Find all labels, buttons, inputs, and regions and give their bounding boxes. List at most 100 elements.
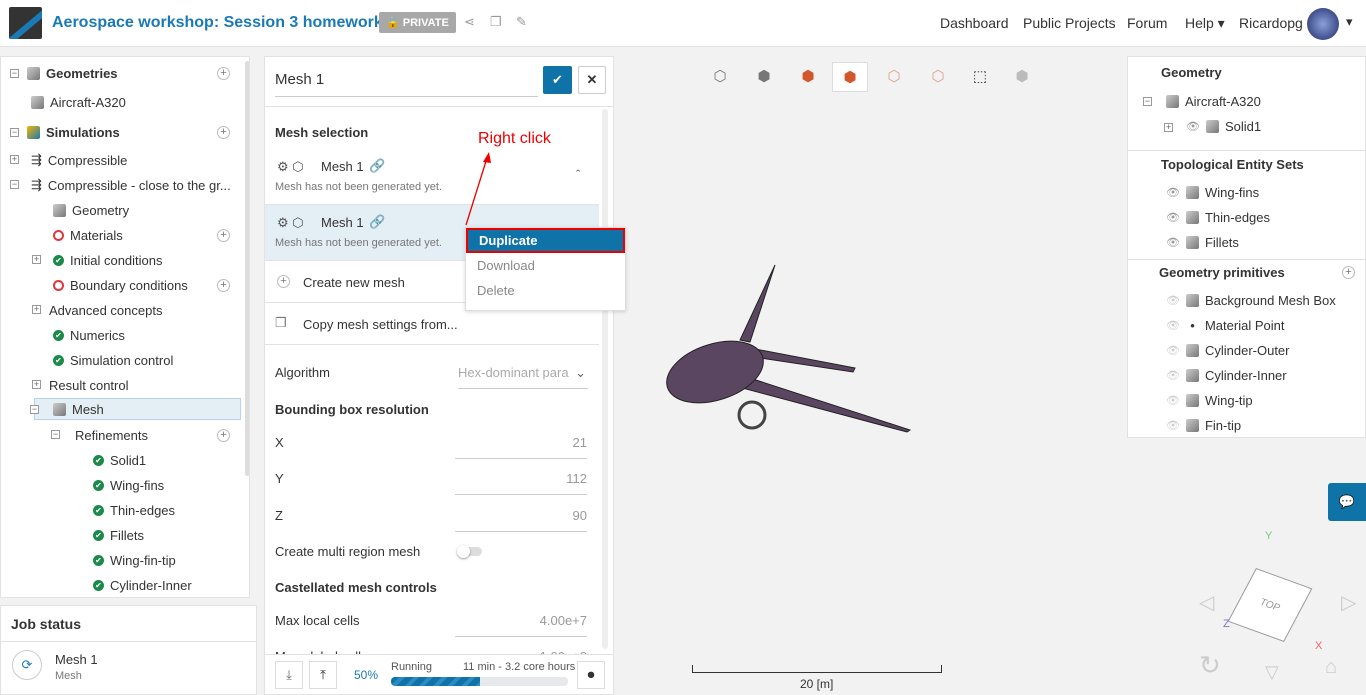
right-solid[interactable]: 👁 Solid1	[1186, 119, 1261, 134]
tree-geometries[interactable]: Geometries	[27, 62, 118, 84]
right-primitive[interactable]: 👁 Cylinder-Inner	[1166, 368, 1287, 383]
collapse-icon[interactable]: −	[51, 430, 60, 439]
tree-refinement-item[interactable]: ✔ Wing-fin-tip	[93, 549, 176, 571]
expand-icon[interactable]: +	[10, 155, 19, 164]
max-local-input[interactable]: 4.00e+7	[455, 613, 587, 637]
edit-icon[interactable]: ✎	[516, 14, 527, 30]
eye-icon[interactable]: 👁	[1166, 419, 1180, 432]
nav-public-projects[interactable]: Public Projects	[1023, 15, 1116, 31]
add-refinement-button[interactable]: +	[217, 429, 230, 442]
menu-download[interactable]: Download	[466, 253, 625, 278]
nav-dashboard[interactable]: Dashboard	[940, 15, 1009, 31]
tree-simulations[interactable]: Simulations	[27, 121, 120, 143]
menu-delete[interactable]: Delete	[466, 278, 625, 303]
collapse-icon[interactable]: −	[1143, 97, 1152, 106]
add-primitive-button[interactable]: +	[1342, 266, 1355, 279]
right-primitive[interactable]: 👁 Cylinder-Outer	[1166, 343, 1290, 358]
tree-refinements[interactable]: Refinements	[69, 424, 148, 446]
rotate-icon[interactable]: ↻	[1199, 650, 1221, 681]
tree-boundary-conditions[interactable]: Boundary conditions	[53, 274, 188, 296]
tree-refinement-item[interactable]: ✔ Solid1	[93, 449, 146, 471]
tree-aircraft[interactable]: Aircraft-A320	[31, 91, 126, 113]
tree-numerics[interactable]: ✔ Numerics	[53, 324, 125, 346]
eye-icon[interactable]: 👁	[1166, 294, 1180, 307]
right-set[interactable]: 👁 Wing-fins	[1166, 185, 1259, 200]
job-name[interactable]: Mesh 1	[55, 652, 98, 667]
avatar[interactable]	[1307, 8, 1339, 40]
home-icon[interactable]: ⌂	[1325, 656, 1337, 679]
eye-icon[interactable]: 👁	[1166, 236, 1180, 249]
tree-mesh[interactable]: Mesh	[34, 398, 241, 420]
eye-icon[interactable]: 👁	[1166, 211, 1180, 224]
right-aircraft[interactable]: Aircraft-A320	[1166, 94, 1261, 109]
view-edges-icon[interactable]: ⬢	[832, 62, 868, 92]
collapse-icon[interactable]: −	[10, 180, 19, 189]
eye-icon[interactable]: 👁	[1166, 319, 1180, 332]
rotate-right-icon[interactable]: ▷	[1341, 590, 1356, 615]
right-primitive[interactable]: 👁 • Material Point	[1166, 318, 1284, 333]
add-geometry-button[interactable]: +	[217, 67, 230, 80]
box-select-icon[interactable]: ⬚	[962, 62, 998, 92]
tree-sim-compressible-close[interactable]: ⇶ Compressible - close to the gr...	[31, 174, 231, 196]
view-wireframe-icon[interactable]: ⬡	[920, 62, 956, 92]
orientation-cube[interactable]: ◁ ▷ ▽ ⌂ ↻ TOP Y Z X	[1195, 530, 1360, 690]
link-icon[interactable]: 🔗	[369, 158, 385, 174]
tree-initial-conditions[interactable]: ✔ Initial conditions	[53, 249, 163, 271]
add-material-button[interactable]: +	[217, 229, 230, 242]
mesh-entry[interactable]: ⚙ ⬡ Mesh 1 🔗 Mesh has not been generated…	[265, 149, 599, 205]
rotate-down-icon[interactable]: ▽	[1265, 662, 1279, 683]
nav-forum[interactable]: Forum	[1127, 15, 1167, 31]
mesh-name-input[interactable]: Mesh 1	[275, 71, 538, 97]
nav-help[interactable]: Help ▾	[1185, 15, 1225, 32]
tree-refinement-item[interactable]: ✔ Wing-fins	[93, 474, 164, 496]
add-simulation-button[interactable]: +	[217, 126, 230, 139]
right-primitive[interactable]: 👁 Fin-tip	[1166, 418, 1241, 433]
collapse-icon[interactable]: −	[10, 69, 19, 78]
user-name[interactable]: Ricardopg	[1239, 15, 1303, 31]
chat-button[interactable]: 💬	[1328, 483, 1366, 521]
expand-icon[interactable]: +	[32, 255, 41, 264]
eye-icon[interactable]: 👁	[1166, 186, 1180, 199]
expand-icon[interactable]: +	[32, 380, 41, 389]
share-icon[interactable]: ⋖	[464, 14, 475, 30]
upload-icon[interactable]: ⤒	[309, 661, 337, 689]
cube-top-face[interactable]: TOP	[1227, 567, 1313, 643]
chevron-up-icon[interactable]: ˆ	[576, 167, 580, 182]
right-primitive[interactable]: 👁 Wing-tip	[1166, 393, 1253, 408]
tree-scrollbar[interactable]	[245, 61, 249, 476]
algorithm-select[interactable]: Hex-dominant para ⌄	[458, 365, 588, 389]
right-set[interactable]: 👁 Fillets	[1166, 235, 1239, 250]
tree-advanced-concepts[interactable]: Advanced concepts	[49, 299, 162, 321]
tree-refinement-item[interactable]: ✔ Thin-edges	[93, 499, 175, 521]
multi-region-toggle[interactable]	[457, 545, 482, 558]
eye-icon[interactable]: 👁	[1166, 394, 1180, 407]
tree-sim-compressible[interactable]: ⇶ Compressible	[31, 149, 127, 171]
eye-icon[interactable]: 👁	[1166, 344, 1180, 357]
simscale-logo[interactable]	[9, 7, 42, 39]
y-input[interactable]: 112	[455, 471, 587, 495]
z-input[interactable]: 90	[455, 508, 587, 532]
eye-icon[interactable]: 👁	[1186, 120, 1200, 133]
view-points-icon[interactable]: ⬡	[876, 62, 912, 92]
add-boundary-button[interactable]: +	[217, 279, 230, 292]
confirm-button[interactable]: ✔	[543, 66, 572, 94]
collapse-icon[interactable]: −	[10, 128, 19, 137]
panel-scrollbar[interactable]	[602, 109, 608, 649]
filter-icon[interactable]: ⬢	[1004, 62, 1040, 92]
view-surface-icon[interactable]: ⬢	[790, 62, 826, 92]
tree-materials[interactable]: Materials	[53, 224, 123, 246]
eye-icon[interactable]: 👁	[1166, 369, 1180, 382]
tree-refinement-item[interactable]: ✔ Cylinder-Inner	[93, 574, 192, 596]
collapse-icon[interactable]: −	[30, 405, 39, 414]
expand-icon[interactable]: +	[1164, 123, 1173, 132]
view-iso-icon[interactable]: ⬡	[702, 62, 738, 92]
expand-icon[interactable]: +	[32, 305, 41, 314]
link-icon[interactable]: 🔗	[369, 214, 385, 230]
close-button[interactable]: ✕	[578, 66, 606, 94]
stop-button[interactable]: ⏺	[577, 661, 605, 689]
download-icon[interactable]: ⤓	[275, 661, 303, 689]
menu-duplicate[interactable]: Duplicate	[466, 228, 625, 253]
rotate-left-icon[interactable]: ◁	[1199, 590, 1214, 615]
tree-refinement-item[interactable]: ✔ Fillets	[93, 524, 144, 546]
tree-geometry[interactable]: Geometry	[53, 199, 129, 221]
